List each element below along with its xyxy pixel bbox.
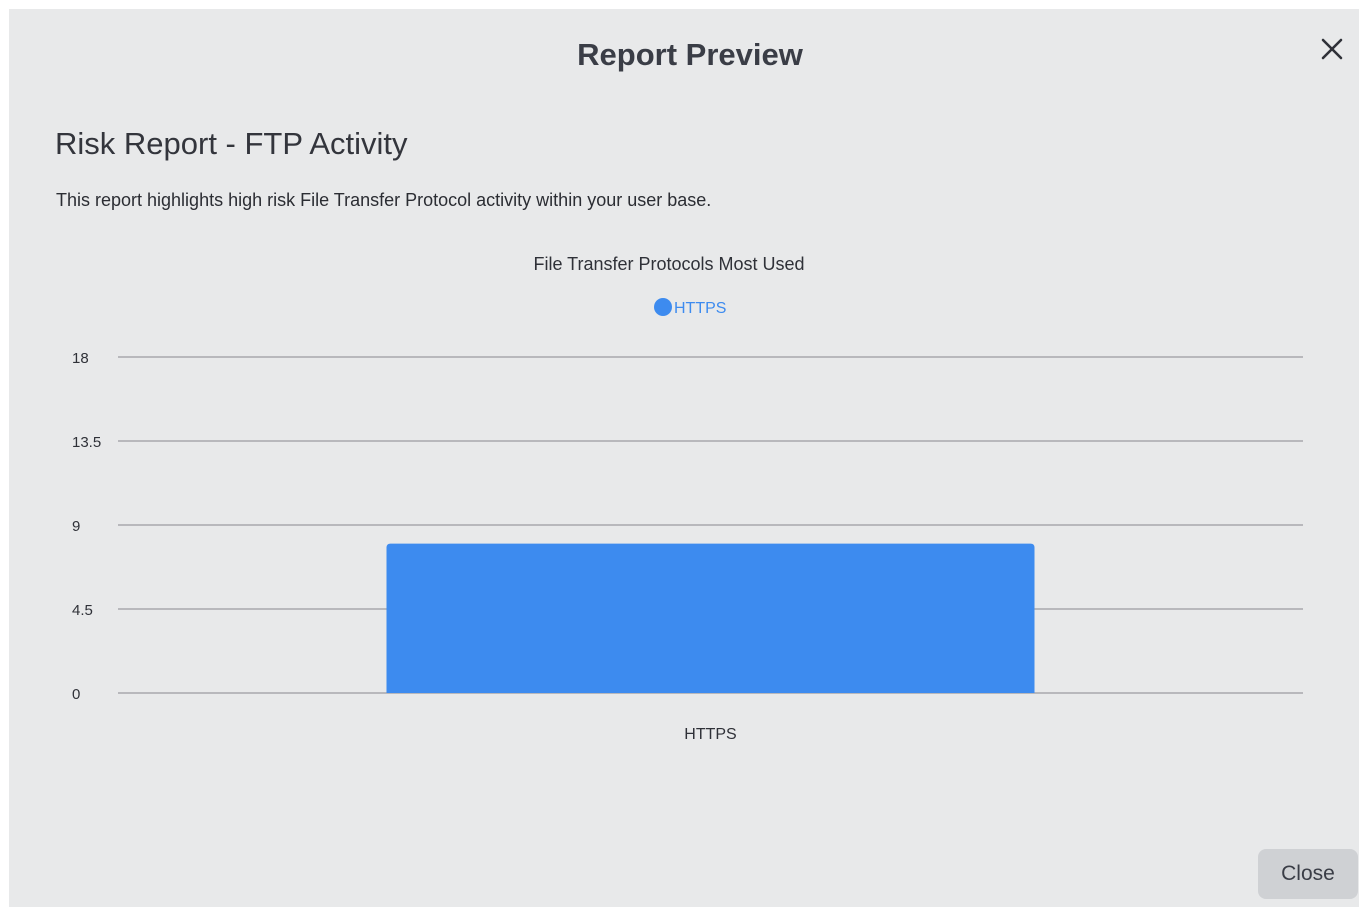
x-tick-label: HTTPS (684, 726, 736, 743)
y-tick-label: 18 (72, 350, 89, 367)
legend-marker-https (654, 298, 672, 316)
legend-label-https[interactable]: HTTPS (674, 300, 726, 317)
report-preview-modal: Report Preview Risk Report - FTP Activit… (9, 9, 1359, 907)
y-tick-label: 13.5 (72, 434, 101, 451)
y-tick-label: 9 (72, 518, 80, 535)
bar-https[interactable] (386, 543, 1035, 693)
close-button[interactable]: Close (1258, 849, 1358, 899)
chart-title: File Transfer Protocols Most Used (533, 254, 804, 274)
chart-bars (386, 543, 1035, 693)
y-axis-ticks: 0 4.5 9 13.5 18 (72, 350, 101, 703)
x-axis-ticks: HTTPS (684, 726, 736, 743)
chart-legend[interactable]: HTTPS (654, 298, 726, 317)
bar-chart: File Transfer Protocols Most Used HTTPS … (72, 254, 1303, 743)
y-tick-label: 4.5 (72, 602, 93, 619)
y-tick-label: 0 (72, 686, 80, 703)
